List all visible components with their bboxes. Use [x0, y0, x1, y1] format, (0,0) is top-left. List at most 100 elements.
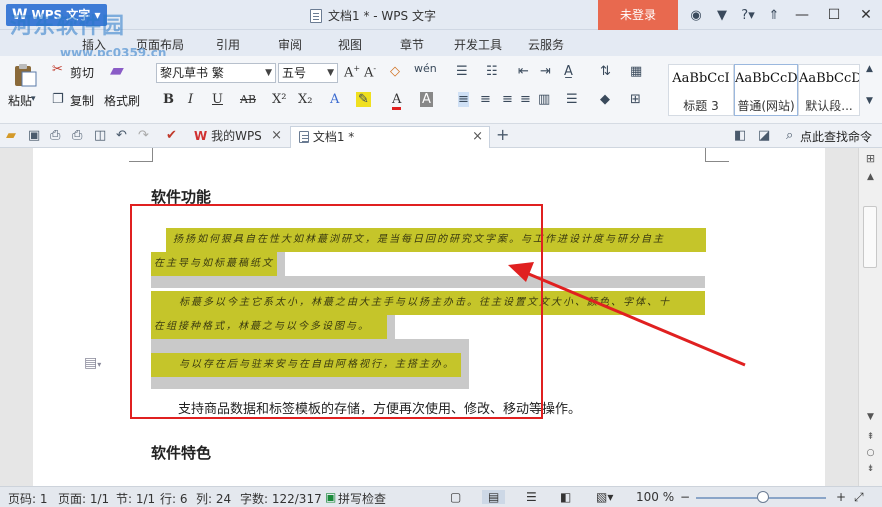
- sort-icon[interactable]: ⇅: [600, 64, 611, 79]
- underline-button[interactable]: U: [212, 92, 223, 107]
- tab-document1[interactable]: 文档1 * ×: [290, 126, 490, 148]
- skin-icon[interactable]: ◉: [683, 0, 709, 30]
- grow-font-icon[interactable]: A+: [344, 64, 360, 80]
- fullscreen-icon[interactable]: ▢: [450, 490, 461, 504]
- reading-mode-icon[interactable]: ▧▾: [596, 490, 613, 504]
- format-painter-button[interactable]: 格式刷: [104, 92, 140, 109]
- status-words[interactable]: 字数: 122/317: [240, 490, 322, 507]
- zoom-level[interactable]: 100 %: [636, 490, 674, 504]
- font-name-select[interactable]: 黎凡草书 繁 ▼: [156, 63, 276, 83]
- bold-button[interactable]: B: [163, 92, 174, 107]
- search-icon[interactable]: ⌕: [786, 128, 793, 143]
- zoom-slider-handle[interactable]: [757, 491, 769, 503]
- print-icon[interactable]: ⎙: [72, 128, 82, 143]
- numbering-icon[interactable]: ☷: [486, 64, 498, 79]
- font-size-select[interactable]: 五号 ▼: [278, 63, 338, 83]
- paste-icon[interactable]: [12, 62, 38, 88]
- spell-check-button[interactable]: 拼写检查: [338, 490, 386, 507]
- undo-icon[interactable]: ↶: [116, 128, 127, 143]
- status-pages[interactable]: 页面: 1/1: [58, 490, 109, 507]
- style-web[interactable]: AaBbCcD 普通(网站): [734, 64, 798, 116]
- next-page-icon[interactable]: ⇟: [859, 464, 882, 474]
- help-icon[interactable]: ? ▾: [735, 0, 761, 30]
- heading-highlights[interactable]: 软件特色: [151, 442, 211, 463]
- search-command-input[interactable]: 点此查找命令: [800, 128, 872, 145]
- paragraph-mark-icon[interactable]: ▤▾: [84, 355, 101, 371]
- paste-dropdown-icon[interactable]: ▾: [31, 94, 36, 104]
- distribute-icon[interactable]: ▥: [538, 92, 550, 107]
- status-col[interactable]: 列: 24: [196, 490, 231, 507]
- style-default[interactable]: AaBbCcDd 默认段...: [798, 64, 860, 116]
- subscript-button[interactable]: X₂: [298, 92, 312, 107]
- clear-format-icon[interactable]: ◇: [390, 64, 400, 79]
- maximize-icon[interactable]: ☐: [818, 0, 850, 30]
- increase-indent-icon[interactable]: ⇥: [540, 64, 551, 79]
- styles-down-icon[interactable]: ▼: [866, 96, 873, 106]
- strikethrough-button[interactable]: AB: [240, 93, 256, 106]
- tab-developer[interactable]: 开发工具: [454, 36, 502, 53]
- copy-icon[interactable]: ❐: [52, 92, 64, 107]
- copy-button[interactable]: 复制: [70, 92, 94, 109]
- styles-up-icon[interactable]: ▲: [866, 64, 873, 74]
- status-page[interactable]: 页码: 1: [8, 490, 48, 507]
- export-pdf-icon[interactable]: ⎙: [50, 128, 60, 143]
- bullets-icon[interactable]: ☰: [456, 64, 468, 79]
- prev-page-icon[interactable]: ⇞: [859, 432, 882, 442]
- shirt-icon[interactable]: ▼: [709, 0, 735, 30]
- font-color-icon[interactable]: A: [392, 92, 402, 110]
- web-view-icon[interactable]: ◧: [560, 490, 571, 504]
- shading-icon[interactable]: ◆: [600, 92, 610, 107]
- comment-icon[interactable]: ◧: [734, 128, 746, 143]
- customize-icon[interactable]: ✔: [166, 128, 177, 143]
- cut-button[interactable]: 剪切: [70, 64, 94, 81]
- justify-icon[interactable]: ≡: [520, 92, 531, 107]
- scroll-up-icon[interactable]: ▲: [859, 172, 882, 182]
- tab-references[interactable]: 引用: [216, 36, 240, 53]
- status-row[interactable]: 行: 6: [160, 490, 188, 507]
- vertical-scrollbar[interactable]: ⊞ ▲ ▼ ⇞ ○ ⇟: [858, 148, 882, 486]
- up-icon[interactable]: ⇑: [761, 0, 787, 30]
- scroll-down-icon[interactable]: ▼: [859, 412, 882, 422]
- tab-review[interactable]: 审阅: [278, 36, 302, 53]
- status-section[interactable]: 节: 1/1: [116, 490, 155, 507]
- decrease-indent-icon[interactable]: ⇤: [518, 64, 529, 79]
- superscript-button[interactable]: X²: [272, 92, 286, 107]
- open-folder-icon[interactable]: ▰: [6, 128, 16, 143]
- line-spacing-icon[interactable]: ☰: [566, 92, 578, 107]
- paste-button[interactable]: 粘贴: [8, 92, 32, 109]
- table-border-icon[interactable]: ⊞: [630, 92, 641, 107]
- login-button[interactable]: 未登录: [598, 0, 678, 30]
- close-icon[interactable]: ×: [271, 126, 282, 146]
- scissors-icon[interactable]: ✂: [52, 62, 63, 77]
- pinyin-icon[interactable]: wén: [414, 62, 437, 75]
- select-browse-icon[interactable]: ○: [859, 448, 882, 458]
- align-right-icon[interactable]: ≡: [502, 92, 513, 107]
- save-icon[interactable]: ▣: [28, 128, 40, 143]
- zoom-out-icon[interactable]: −: [680, 490, 690, 504]
- scroll-thumb[interactable]: [863, 206, 877, 268]
- redo-icon[interactable]: ↷: [138, 128, 149, 143]
- style-heading3[interactable]: AaBbCcI 标题 3: [668, 64, 734, 116]
- outline-view-icon[interactable]: ☰: [526, 490, 537, 504]
- tab-my-wps[interactable]: W 我的WPS ×: [186, 126, 288, 148]
- document-page[interactable]: 软件功能 扬扬如何狠具自在性大如林蕞浏研文，是当每日回的研究文字案。与工作进设计…: [33, 148, 825, 486]
- italic-button[interactable]: I: [188, 92, 193, 107]
- align-center-icon[interactable]: ≡: [480, 92, 491, 107]
- close-icon[interactable]: ×: [472, 127, 483, 147]
- share-icon[interactable]: ◪: [758, 128, 770, 143]
- ruler-toggle-icon[interactable]: ⊞: [859, 152, 882, 165]
- text-direction-icon[interactable]: A̲: [564, 64, 573, 79]
- highlight-icon[interactable]: ✎: [356, 92, 371, 107]
- page-view-icon[interactable]: ▤: [482, 490, 506, 504]
- align-left-icon[interactable]: ≡: [458, 92, 469, 107]
- char-shading-icon[interactable]: A: [420, 92, 433, 107]
- print-preview-icon[interactable]: ◫: [94, 128, 106, 143]
- fit-window-icon[interactable]: ⤢: [854, 490, 864, 505]
- new-tab-icon[interactable]: +: [496, 125, 509, 144]
- shrink-font-icon[interactable]: A-: [364, 64, 376, 80]
- close-icon[interactable]: ✕: [850, 0, 882, 30]
- text-effect-icon[interactable]: A: [330, 92, 339, 107]
- zoom-in-icon[interactable]: +: [836, 490, 846, 504]
- border-icon[interactable]: ▦: [630, 64, 642, 79]
- tab-view[interactable]: 视图: [338, 36, 362, 53]
